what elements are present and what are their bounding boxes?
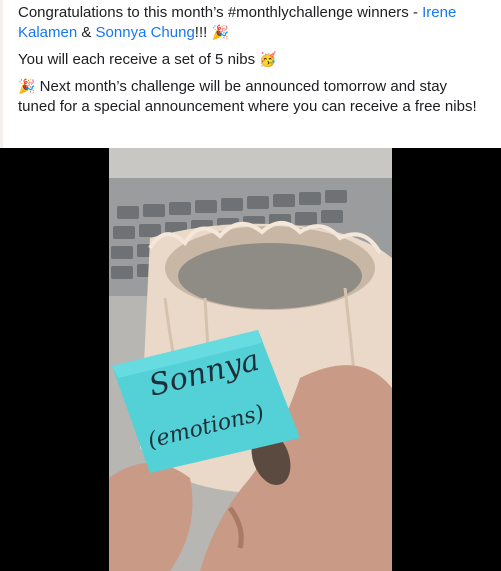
video-frame: Sonnya (emotions) (0, 148, 501, 571)
party-face-icon: 🥳 (259, 52, 277, 68)
post-card: Congratulations to this month’s #monthly… (0, 0, 501, 571)
congrats-text: Congratulations to this month’s #monthly… (18, 4, 423, 21)
party-popper-icon: 🎉 (211, 25, 229, 41)
announcement-line-1: Congratulations to this month’s #monthly… (18, 3, 488, 43)
exclaim-text: !!! (194, 24, 212, 41)
post-text: Congratulations to this month’s #monthly… (0, 0, 493, 145)
nibs-text: You will each receive a set of 5 nibs (18, 51, 260, 68)
next-challenge-text: Next month’s challenge will be announced… (18, 78, 477, 115)
announcement-line-3: 🎉 Next month’s challenge will be announc… (18, 77, 488, 117)
announcement-line-2: You will each receive a set of 5 nibs 🥳 (18, 50, 488, 70)
video-player[interactable]: Sonnya (emotions) (0, 148, 501, 571)
amp-text: & (77, 24, 96, 41)
winner-link-sonnya[interactable]: Sonnya Chung (96, 24, 195, 41)
party-popper-icon-2: 🎉 (18, 79, 36, 95)
